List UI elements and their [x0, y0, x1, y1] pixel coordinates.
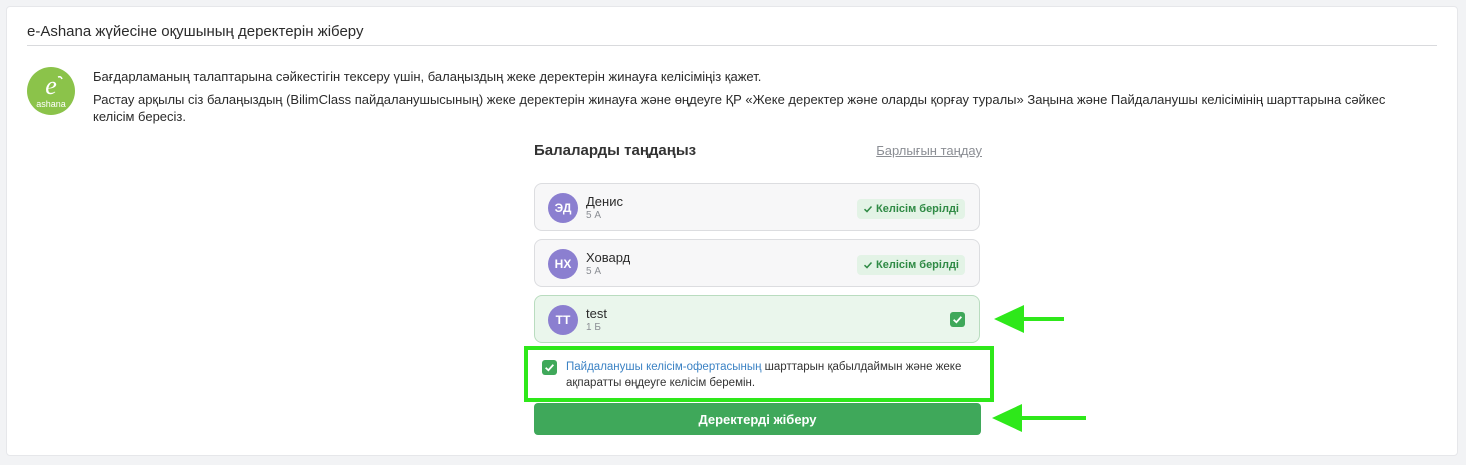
child-class: 1 Б — [586, 322, 601, 333]
check-icon — [545, 364, 555, 372]
child-name: Денис — [586, 194, 623, 209]
e-ashana-logo-icon: e ashana — [36, 71, 66, 109]
panel-title: e-Ashana жүйесіне оқушының деректерін жі… — [27, 23, 364, 40]
consent-status-badge: Келісім берілді — [857, 199, 965, 219]
intro-line-2: Растау арқылы сіз балаңыздың (BilimClass… — [93, 92, 1386, 124]
arrow-left-icon — [994, 305, 1064, 333]
title-divider — [27, 45, 1437, 46]
check-icon — [953, 316, 963, 324]
e-ashana-logo: e ashana — [27, 67, 75, 115]
avatar: ЭД — [548, 193, 578, 223]
consent-status-text: Келісім берілді — [876, 259, 959, 271]
user-agreement-link[interactable]: Пайдаланушы келісім-офертасының — [566, 361, 761, 373]
child-class: 5 А — [586, 266, 602, 277]
avatar: ТТ — [548, 305, 578, 335]
child-select-checkbox[interactable] — [950, 312, 965, 327]
consent-status-badge: Келісім берілді — [857, 255, 965, 275]
child-name: Ховард — [586, 250, 631, 265]
svg-text:e: e — [45, 71, 57, 100]
intro-line-1: Бағдарламаның талаптарына сәйкестігін те… — [93, 69, 762, 84]
submit-data-button[interactable]: Деректерді жіберу — [534, 403, 981, 435]
intro-text: Бағдарламаның талаптарына сәйкестігін те… — [93, 68, 1413, 131]
avatar: НХ — [548, 249, 578, 279]
consent-status-text: Келісім берілді — [876, 203, 959, 215]
child-row[interactable]: ЭД Денис 5 А Келісім берілді — [534, 183, 980, 231]
children-section-title: Балаларды таңдаңыз — [534, 142, 697, 159]
child-class: 5 А — [586, 210, 602, 221]
child-name: test — [586, 306, 607, 321]
logo-text: ashana — [36, 99, 66, 109]
agreement-text: Пайдаланушы келісім-офертасының шарттары… — [566, 359, 986, 391]
child-row-selected[interactable]: ТТ test 1 Б — [534, 295, 980, 343]
select-all-link[interactable]: Барлығын таңдау — [876, 143, 982, 158]
check-icon — [864, 261, 873, 269]
child-row[interactable]: НХ Ховард 5 А Келісім берілді — [534, 239, 980, 287]
agreement-highlight-box: Пайдаланушы келісім-офертасының шарттары… — [524, 346, 994, 402]
arrow-left-icon — [992, 404, 1086, 432]
check-icon — [864, 205, 873, 213]
agreement-checkbox[interactable] — [542, 360, 557, 375]
